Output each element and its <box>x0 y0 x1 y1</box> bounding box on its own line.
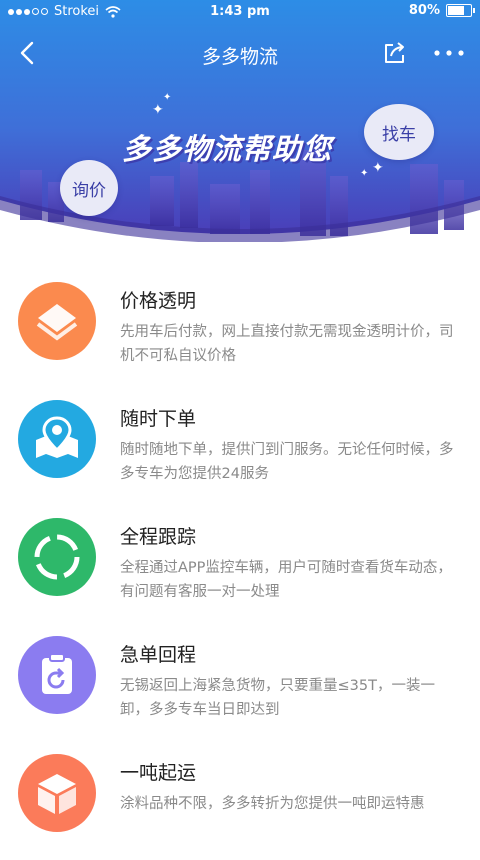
feature-desc: 无锡返回上海紧急货物，只要重量≤35T，一装一卸，多多专车当日即达到 <box>120 678 435 718</box>
battery-info: 80% <box>408 3 475 18</box>
feature-title: 随时下单 <box>120 408 197 430</box>
feature-desc: 先用车后付款，网上直接付款无需现金透明计价，司机不可私自议价格 <box>120 324 454 364</box>
inquiry-bubble[interactable]: 询价 <box>60 160 118 216</box>
tracking-ring-icon <box>18 518 96 596</box>
feature-item: 一吨起运 涂料品种不限，多多转折为您提供一吨即运特惠 <box>0 742 480 860</box>
sparkle-icon: ✦ <box>360 168 369 179</box>
box-icon <box>18 754 96 832</box>
feature-item: 随时下单 随时随地下单，提供门到门服务。无论任何时候，多多专车为您提供24服务 <box>0 388 480 506</box>
feature-item: 价格透明 先用车后付款，网上直接付款无需现金透明计价，司机不可私自议价格 <box>0 270 480 388</box>
share-icon[interactable] <box>382 40 408 66</box>
feature-list: 价格透明 先用车后付款，网上直接付款无需现金透明计价，司机不可私自议价格 随时下… <box>0 270 480 860</box>
nav-bar: 多多物流 <box>0 30 480 76</box>
feature-desc: 全程通过APP监控车辆，用户可随时查看货车动态，有问题有客服一对一处理 <box>120 560 452 600</box>
sparkle-icon: ✦ <box>163 92 172 103</box>
more-options-icon[interactable] <box>432 40 466 66</box>
feature-title: 全程跟踪 <box>120 526 197 548</box>
feature-desc: 涂料品种不限，多多转折为您提供一吨即运特惠 <box>120 796 425 812</box>
feature-title: 一吨起运 <box>120 762 197 784</box>
return-clipboard-icon <box>18 636 96 714</box>
battery-icon <box>446 4 475 17</box>
feature-title: 价格透明 <box>120 290 197 312</box>
sparkle-icon: ✦ <box>152 102 164 118</box>
feature-item: 急单回程 无锡返回上海紧急货物，只要重量≤35T，一装一卸，多多专车当日即达到 <box>0 624 480 742</box>
status-bar: Strokei 1:43 pm 80% <box>0 0 480 24</box>
feature-title: 急单回程 <box>120 644 197 666</box>
page-title: 多多物流 <box>201 46 278 68</box>
find-car-bubble[interactable]: 找车 <box>364 104 434 160</box>
feature-desc: 随时随地下单，提供门到门服务。无论任何时候，多多专车为您提供24服务 <box>120 442 454 482</box>
layers-icon <box>18 282 96 360</box>
feature-item: 全程跟踪 全程通过APP监控车辆，用户可随时查看货车动态，有问题有客服一对一处理 <box>0 506 480 624</box>
sparkle-icon: ✦ <box>372 160 384 176</box>
map-pin-icon <box>18 400 96 478</box>
hero-banner: Strokei 1:43 pm 80% 多多物流 ✦ ✦ ✦ ✦ 多多物流帮助您… <box>0 0 480 242</box>
hero-title: 多多物流帮助您 <box>122 132 333 166</box>
battery-percent: 80% <box>408 3 440 18</box>
